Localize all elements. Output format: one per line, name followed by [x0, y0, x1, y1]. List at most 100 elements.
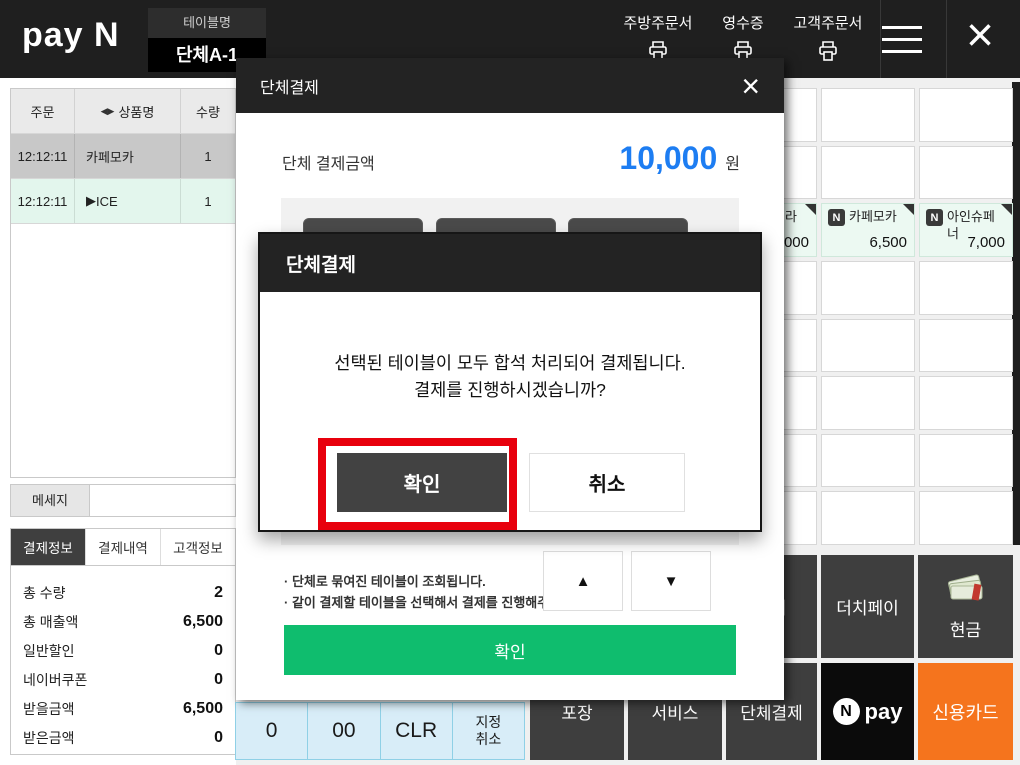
info-rows: 총 수량 2 총 매출액 6,500 일반할인 0 네이버쿠폰 0 받을금액 6…	[11, 566, 235, 752]
modal-header: 단체결제 ×	[236, 58, 784, 113]
order-product: 카페모카	[75, 134, 181, 178]
option-marker: ▶	[86, 193, 96, 208]
order-table-header: 주문 ◀▶ 상품명 수량	[11, 89, 235, 134]
app-close-icon[interactable]: ×	[950, 0, 1010, 78]
dutch-pay-button[interactable]: 더치페이	[821, 555, 914, 658]
info-value: 0	[214, 670, 223, 688]
column-order[interactable]: 주문	[11, 89, 75, 133]
note-line: · 같이 결제할 테이블을 선택해서 결제를 진행해주세요.	[284, 594, 577, 610]
menu-item-einspanner[interactable]: N 아인슈페너 7,000	[919, 203, 1013, 257]
info-value: 0	[214, 641, 223, 659]
cancel-assign-line2: 취소	[475, 731, 502, 747]
printer-icon	[819, 41, 837, 61]
receipt-label: 영수증	[722, 15, 764, 32]
info-row-total-qty: 총 수량 2	[23, 578, 223, 607]
menu-grid-empty-cell	[919, 433, 1013, 488]
tab-payment-info[interactable]: 결제정보	[11, 529, 86, 565]
modal-title: 단체결제	[260, 79, 319, 97]
menu-grid-empty-cell	[919, 260, 1013, 315]
info-label: 받을금액	[23, 700, 75, 717]
table-name-label: 테이블명	[148, 8, 266, 38]
tab-customer-info[interactable]: 고객정보	[161, 529, 235, 565]
numpad-key-cancel-assign[interactable]: 지정 취소	[453, 703, 524, 759]
sort-icon: ◀▶	[100, 105, 115, 116]
info-value: 0	[214, 728, 223, 746]
order-qty: 1	[204, 193, 212, 209]
cash-button[interactable]: 현금	[918, 555, 1013, 658]
numpad-key-0[interactable]: 0	[236, 703, 309, 759]
menu-grid-empty-cell	[821, 318, 915, 373]
column-qty[interactable]: 수량	[181, 89, 235, 133]
currency-label: 원	[725, 156, 740, 173]
order-row-option[interactable]: 12:12:11 ▶ ICE 1	[11, 179, 235, 224]
dialog-message-line1: 선택된 테이블이 모두 합석 처리되어 결제됩니다.	[334, 353, 686, 373]
dialog-message: 선택된 테이블이 모두 합석 처리되어 결제됩니다. 결제를 진행하시겠습니까?	[260, 350, 760, 404]
group-amount-label: 단체 결제금액	[282, 156, 375, 173]
group-payment-confirm-dialog: 단체결제 선택된 테이블이 모두 합석 처리되어 결제됩니다. 결제를 진행하시…	[258, 232, 762, 532]
menu-grid-empty-cell	[821, 491, 915, 545]
tab-payment-history[interactable]: 결제내역	[86, 529, 161, 565]
menu-item-name: 카페모카	[849, 209, 897, 225]
dialog-title: 단체결제	[286, 254, 356, 276]
cash-bills-icon	[943, 573, 989, 610]
menu-item-cafe-mocha[interactable]: N 카페모카 6,500	[821, 203, 915, 257]
menu-grid-empty-cell	[821, 260, 915, 315]
info-label: 받은금액	[23, 729, 75, 746]
payn-logo: pay N	[22, 16, 120, 54]
column-product-label: 상품명	[118, 104, 155, 120]
menu-grid-empty-cell	[919, 318, 1013, 373]
order-time: 12:12:11	[11, 179, 75, 223]
menu-item-name: 라	[785, 209, 797, 225]
credit-card-button[interactable]: 신용카드	[918, 663, 1013, 760]
takeout-label: 포장	[561, 704, 593, 723]
numpad-key-00[interactable]: 00	[308, 703, 381, 759]
group-amount-row: 단체 결제금액 10,000 원	[282, 140, 740, 177]
customer-order-print-button[interactable]: 고객주문서	[782, 12, 874, 68]
cash-label: 현금	[949, 620, 982, 640]
menu-item-price: 7,000	[967, 233, 1005, 251]
column-product[interactable]: ◀▶ 상품명	[75, 89, 181, 133]
info-row-discount: 일반할인 0	[23, 636, 223, 665]
topbar-divider	[880, 0, 881, 78]
modal-confirm-button[interactable]: 확인	[284, 625, 736, 675]
customer-order-label: 고객주문서	[793, 15, 863, 32]
modal-close-icon[interactable]: ×	[741, 70, 760, 102]
order-time: 12:12:11	[11, 134, 75, 178]
order-row[interactable]: 12:12:11 카페모카 1	[11, 134, 235, 179]
service-label: 서비스	[651, 704, 699, 723]
numpad: 0 00 CLR 지정 취소	[235, 702, 525, 760]
npay-logo: N pay	[832, 698, 903, 725]
info-row-total-sales: 총 매출액 6,500	[23, 607, 223, 636]
info-tabs: 결제정보 결제내역 고객정보	[11, 529, 235, 566]
menu-grid-empty-cell	[821, 376, 915, 430]
menu-grid-empty-cell	[919, 145, 1013, 200]
credit-card-label: 신용카드	[932, 702, 999, 723]
menu-hamburger-icon[interactable]	[882, 26, 922, 62]
arrow-down-icon: ▼	[663, 572, 679, 590]
menu-item-price: 6,500	[869, 233, 907, 251]
numpad-key-clr[interactable]: CLR	[381, 703, 453, 759]
scroll-down-button[interactable]: ▼	[631, 551, 711, 611]
topbar-divider	[946, 0, 947, 78]
order-product: ▶ ICE	[75, 179, 181, 223]
dialog-ok-button[interactable]: 확인	[337, 453, 507, 512]
info-value: 6,500	[182, 699, 223, 717]
arrow-up-icon: ▲	[575, 572, 591, 590]
npay-button[interactable]: N pay	[821, 663, 914, 760]
dialog-message-line2: 결제를 진행하시겠습니까?	[414, 380, 606, 401]
dialog-cancel-button[interactable]: 취소	[529, 453, 685, 512]
npay-text: pay	[864, 698, 903, 724]
info-value: 2	[214, 583, 223, 601]
menu-grid-empty-cell	[919, 88, 1013, 142]
group-amount-value: 10,000	[619, 140, 718, 176]
scroll-up-button[interactable]: ▲	[543, 551, 623, 611]
pos-app: N 라 5,000 N 카페모카 6,500 N 아인슈페너 7,000	[0, 0, 1020, 765]
modal-notes: · 단체로 묶여진 테이블이 조회됩니다. · 같이 결제할 테이블을 선택해서…	[284, 572, 577, 614]
note-line: · 단체로 묶여진 테이블이 조회됩니다.	[284, 574, 486, 589]
menu-item-name-row: N 카페모카	[822, 204, 914, 231]
info-label: 일반할인	[23, 642, 75, 659]
menu-grid-empty-cell	[919, 491, 1013, 545]
message-tab[interactable]: 메세지	[10, 484, 90, 517]
message-body	[90, 484, 236, 517]
naver-badge-icon: N	[926, 209, 943, 227]
